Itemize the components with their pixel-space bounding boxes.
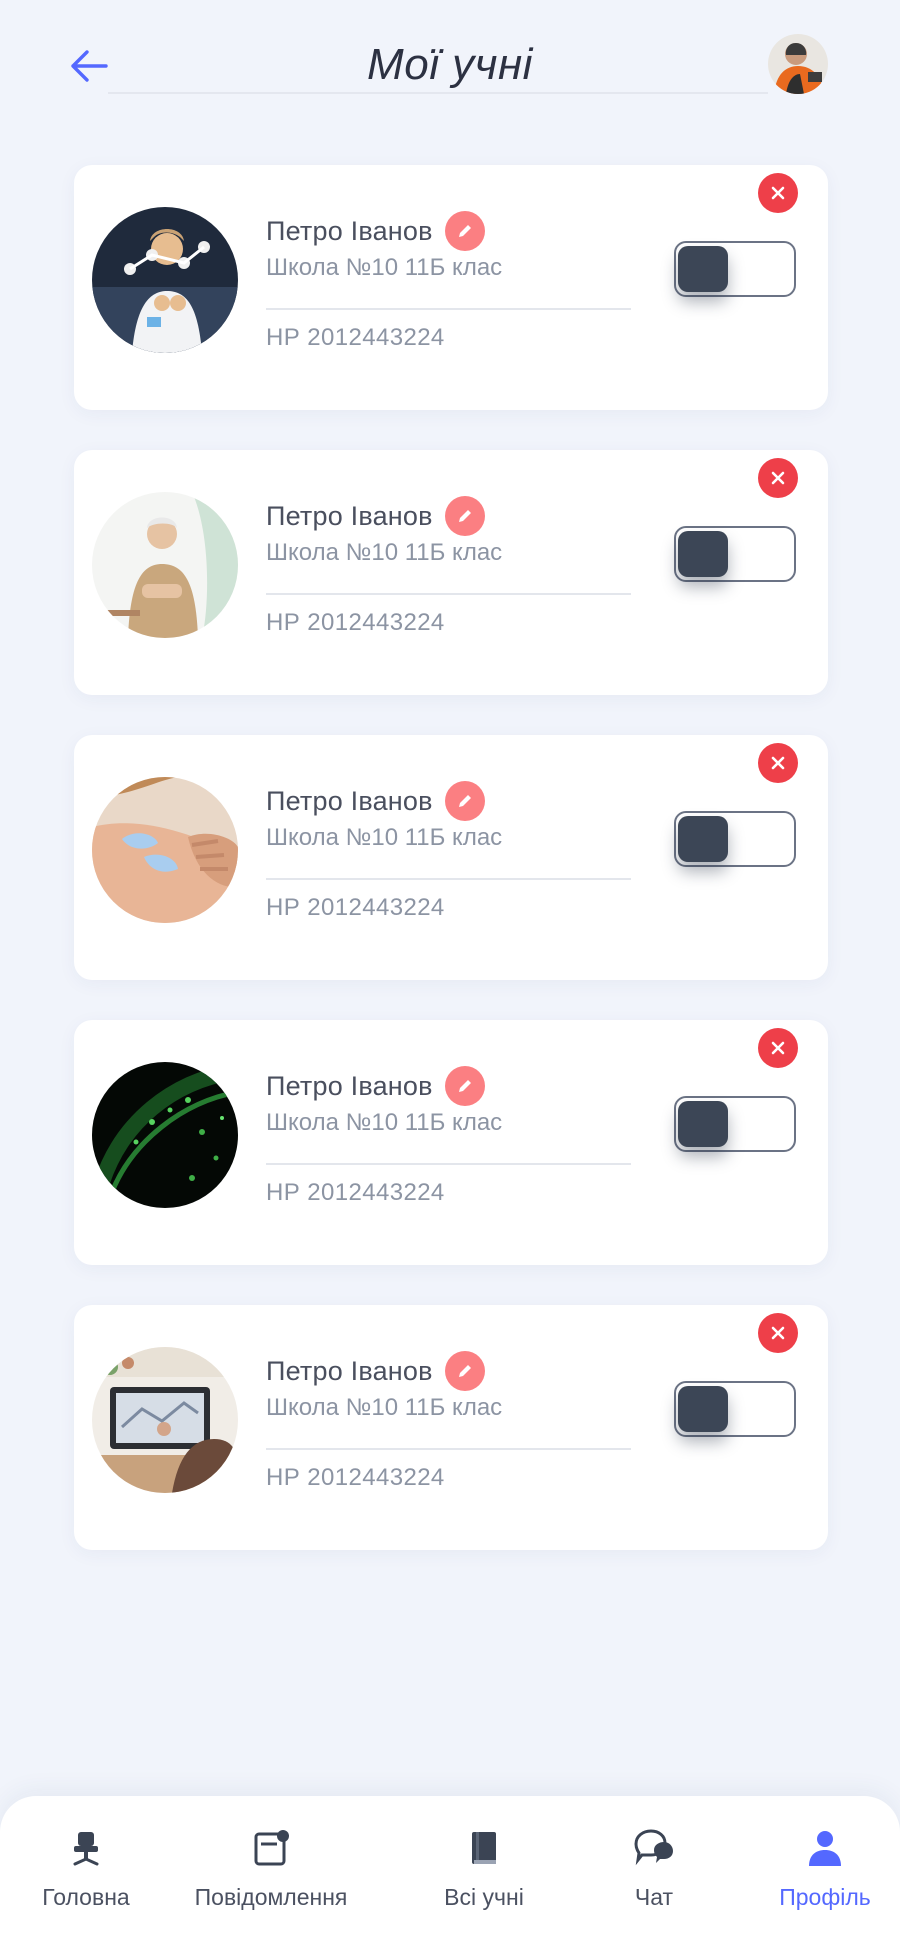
- info-divider: [266, 308, 631, 310]
- remove-student-button[interactable]: [758, 1028, 798, 1068]
- name-row: Петро Іванов: [266, 1350, 636, 1392]
- pencil-icon: [458, 510, 471, 522]
- name-row: Петро Іванов: [266, 210, 636, 252]
- edit-student-button[interactable]: [444, 496, 485, 536]
- student-card: Петро Іванов Школа №10 11Б клас НР 20124…: [74, 1305, 828, 1550]
- close-icon: [771, 756, 785, 770]
- toggle-knob: [678, 1101, 728, 1147]
- name-row: Петро Іванов: [266, 780, 636, 822]
- info-divider: [266, 1163, 631, 1165]
- student-photo: [92, 1347, 238, 1493]
- page-title: Мої учні: [367, 40, 533, 89]
- student-school: Школа №10 11Б клас: [266, 824, 503, 851]
- nav-item-messages[interactable]: Повідомлення: [178, 1796, 364, 1944]
- student-name: Петро Іванов: [266, 1355, 433, 1386]
- person-icon: [803, 1826, 847, 1870]
- pencil-icon: [458, 795, 471, 807]
- student-toggle[interactable]: [674, 241, 796, 297]
- student-school: Школа №10 11Б клас: [266, 1109, 503, 1136]
- desk-chair-icon: [64, 1826, 108, 1870]
- pencil-icon: [458, 1080, 471, 1092]
- header: Мої учні: [0, 0, 900, 120]
- student-toggle[interactable]: [674, 526, 796, 582]
- nav-label: Повідомлення: [194, 1884, 348, 1910]
- edit-student-button[interactable]: [444, 211, 485, 251]
- student-name: Петро Іванов: [266, 1070, 433, 1101]
- student-name: Петро Іванов: [266, 500, 433, 531]
- close-icon: [771, 1326, 785, 1340]
- edit-student-button[interactable]: [444, 781, 485, 821]
- nav-label: Головна: [42, 1884, 130, 1910]
- student-school: Школа №10 11Б клас: [266, 1394, 503, 1421]
- message-card-icon: [249, 1826, 293, 1870]
- user-avatar[interactable]: [768, 34, 828, 94]
- student-school: Школа №10 11Б клас: [266, 539, 503, 566]
- info-divider: [266, 593, 631, 595]
- close-icon: [771, 186, 785, 200]
- nav-item-profile[interactable]: Профіль: [764, 1796, 886, 1944]
- student-card: Петро Іванов Школа №10 11Б клас НР 20124…: [74, 1020, 828, 1265]
- book-icon: [462, 1826, 506, 1870]
- student-id: НР 2012443224: [266, 1179, 445, 1206]
- student-list: Петро Іванов Школа №10 11Б клас НР 20124…: [74, 165, 828, 1590]
- info-divider: [266, 1448, 631, 1450]
- student-name: Петро Іванов: [266, 215, 433, 246]
- student-toggle[interactable]: [674, 1381, 796, 1437]
- student-card: Петро Іванов Школа №10 11Б клас НР 20124…: [74, 735, 828, 980]
- student-info: Петро Іванов Школа №10 11Б клас НР 20124…: [266, 780, 636, 922]
- title-divider: [108, 92, 768, 94]
- bottom-nav: Головна Повідомлення Всі учні Чат Профіл…: [0, 1796, 900, 1944]
- student-card: Петро Іванов Школа №10 11Б клас НР 20124…: [74, 450, 828, 695]
- toggle-knob: [678, 246, 728, 292]
- toggle-knob: [678, 1386, 728, 1432]
- student-photo: [92, 1062, 238, 1208]
- nav-item-home[interactable]: Головна: [26, 1796, 146, 1944]
- student-id: НР 2012443224: [266, 1464, 445, 1491]
- name-row: Петро Іванов: [266, 1065, 636, 1107]
- student-info: Петро Іванов Школа №10 11Б клас НР 20124…: [266, 1065, 636, 1207]
- pencil-icon: [458, 1365, 471, 1377]
- edit-student-button[interactable]: [444, 1066, 485, 1106]
- student-id: НР 2012443224: [266, 609, 445, 636]
- student-photo: [92, 777, 238, 923]
- student-school: Школа №10 11Б клас: [266, 254, 503, 281]
- remove-student-button[interactable]: [758, 1313, 798, 1353]
- nav-item-chat[interactable]: Чат: [604, 1796, 704, 1944]
- chat-bubbles-icon: [632, 1826, 676, 1870]
- student-photo: [92, 492, 238, 638]
- student-info: Петро Іванов Школа №10 11Б клас НР 20124…: [266, 210, 636, 352]
- remove-student-button[interactable]: [758, 743, 798, 783]
- student-name: Петро Іванов: [266, 785, 433, 816]
- pencil-icon: [458, 225, 471, 237]
- student-id: НР 2012443224: [266, 324, 445, 351]
- nav-item-all-students[interactable]: Всі учні: [424, 1796, 544, 1944]
- nav-label: Профіль: [779, 1884, 871, 1910]
- nav-label: Всі учні: [444, 1884, 524, 1910]
- student-card: Петро Іванов Школа №10 11Б клас НР 20124…: [74, 165, 828, 410]
- name-row: Петро Іванов: [266, 495, 636, 537]
- info-divider: [266, 878, 631, 880]
- nav-label: Чат: [634, 1884, 674, 1910]
- student-id: НР 2012443224: [266, 894, 445, 921]
- student-info: Петро Іванов Школа №10 11Б клас НР 20124…: [266, 1350, 636, 1492]
- edit-student-button[interactable]: [444, 1351, 485, 1391]
- close-icon: [771, 471, 785, 485]
- toggle-knob: [678, 816, 728, 862]
- toggle-knob: [678, 531, 728, 577]
- student-toggle[interactable]: [674, 811, 796, 867]
- close-icon: [771, 1041, 785, 1055]
- student-toggle[interactable]: [674, 1096, 796, 1152]
- remove-student-button[interactable]: [758, 173, 798, 213]
- remove-student-button[interactable]: [758, 458, 798, 498]
- student-photo: [92, 207, 238, 353]
- student-info: Петро Іванов Школа №10 11Б клас НР 20124…: [266, 495, 636, 637]
- avatar-image: [768, 34, 828, 94]
